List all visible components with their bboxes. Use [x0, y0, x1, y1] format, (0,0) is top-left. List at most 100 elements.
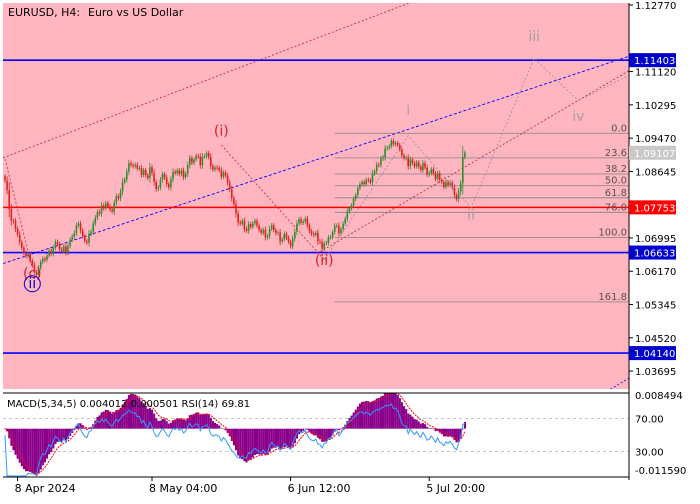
candle-body [289, 241, 292, 247]
candle-body [396, 142, 399, 145]
candle-body [174, 171, 176, 174]
candle-body [344, 218, 346, 224]
candle-body [459, 183, 462, 192]
macd-histogram-bar [455, 428, 458, 443]
candle-body [354, 194, 357, 200]
candle-body [296, 223, 298, 232]
chart-description: Euro vs US Dollar [88, 6, 184, 19]
macd-histogram-bar [335, 428, 338, 430]
macd-histogram-bar [109, 411, 112, 429]
macd-histogram-bar [209, 417, 212, 429]
candle-body [308, 225, 311, 232]
candle-body [407, 157, 409, 167]
macd-histogram-bar [356, 406, 359, 429]
candle-body [21, 242, 23, 248]
price-tick-label: 1.05345 [635, 300, 676, 311]
macd-histogram-bar [16, 428, 19, 459]
macd-histogram-bar [214, 422, 217, 429]
price-tick-label: 1.10295 [635, 101, 676, 112]
macd-histogram-bar [312, 428, 315, 436]
candle-body [201, 156, 204, 166]
candle-body [86, 240, 88, 243]
macd-histogram-bar [159, 420, 162, 429]
candle-body [144, 169, 147, 176]
candle-body [96, 211, 99, 218]
candle-body [199, 156, 202, 166]
price-chart[interactable]: 0.0 23.6 38.250.061.8 76.0 100.0 161.8 (i) (ii)… [0, 0, 700, 500]
macd-histogram-bar [407, 413, 410, 429]
candle-body [237, 213, 239, 223]
macd-histogram-bar [386, 393, 389, 429]
candle-body [75, 225, 78, 233]
wave-label: i [406, 103, 410, 119]
macd-histogram-bar [258, 428, 261, 455]
candle-body [413, 163, 416, 167]
macd-histogram-bar [165, 421, 168, 429]
candle-body [63, 246, 65, 252]
candle-body [113, 203, 115, 212]
candle-body [447, 182, 449, 185]
candle-body [79, 223, 82, 231]
candle-body [350, 205, 353, 209]
macd-histogram-bar [220, 428, 223, 429]
candle-body [100, 205, 103, 214]
price-label-value: 1.11403 [634, 56, 675, 67]
candle-body [224, 172, 227, 176]
candle-body [138, 167, 141, 169]
candle-body [27, 254, 29, 257]
macd-histogram-bar [375, 398, 378, 429]
macd-histogram-bar [430, 427, 433, 429]
candle-body [260, 230, 262, 233]
candle-body [161, 174, 164, 181]
candle-body [56, 241, 59, 245]
candle-body [16, 228, 19, 235]
candle-body [140, 167, 143, 175]
candle-body [42, 258, 44, 262]
macd-histogram-bar [167, 423, 170, 429]
candle-body [71, 236, 73, 240]
macd-histogram-bar [41, 428, 44, 466]
candle-body [340, 229, 342, 234]
macd-histogram-bar [235, 428, 238, 451]
candle-body [107, 203, 109, 207]
macd-histogram-bar [413, 419, 416, 429]
candle-body [327, 237, 330, 243]
macd-histogram-bar [157, 420, 160, 429]
candle-body [279, 232, 281, 242]
candle-body [73, 232, 76, 237]
candle-body [184, 173, 187, 178]
macd-histogram-bar [50, 428, 53, 453]
fib-level-label: 23.6 [605, 148, 627, 159]
candle-body [216, 167, 218, 169]
candle-body [77, 223, 80, 226]
macd-histogram-bar [180, 418, 183, 429]
candle-body [315, 232, 317, 235]
candle-body [462, 157, 464, 184]
time-tick-label: 8 Apr 2024 [15, 482, 76, 495]
wave-label: iv [572, 109, 584, 125]
macd-histogram-bar [428, 428, 431, 429]
candle-body [147, 175, 149, 179]
candle-body [420, 166, 422, 170]
macd-histogram-bar [394, 393, 397, 429]
macd-histogram-bar [184, 420, 187, 429]
candle-body [222, 172, 225, 177]
candle-body [182, 170, 185, 178]
macd-histogram-bar [306, 428, 309, 430]
candle-body [367, 179, 370, 181]
macd-histogram-bar [46, 428, 49, 459]
candle-body [130, 163, 132, 166]
candle-body [218, 167, 220, 170]
macd-histogram-bar [199, 414, 202, 429]
macd-histogram-bar [31, 428, 34, 473]
price-label-value: 1.09107 [634, 149, 675, 160]
macd-histogram-bar [308, 428, 311, 432]
candle-body [105, 203, 107, 209]
candle-body [304, 218, 307, 222]
price-tick-label: 1.06995 [635, 234, 676, 245]
candle-body [369, 180, 372, 183]
fib-level-label: 0.0 [611, 123, 627, 134]
macd-histogram-bar [365, 400, 368, 429]
macd-histogram-bar [182, 419, 185, 429]
fib-level-label: 61.8 [605, 188, 627, 199]
